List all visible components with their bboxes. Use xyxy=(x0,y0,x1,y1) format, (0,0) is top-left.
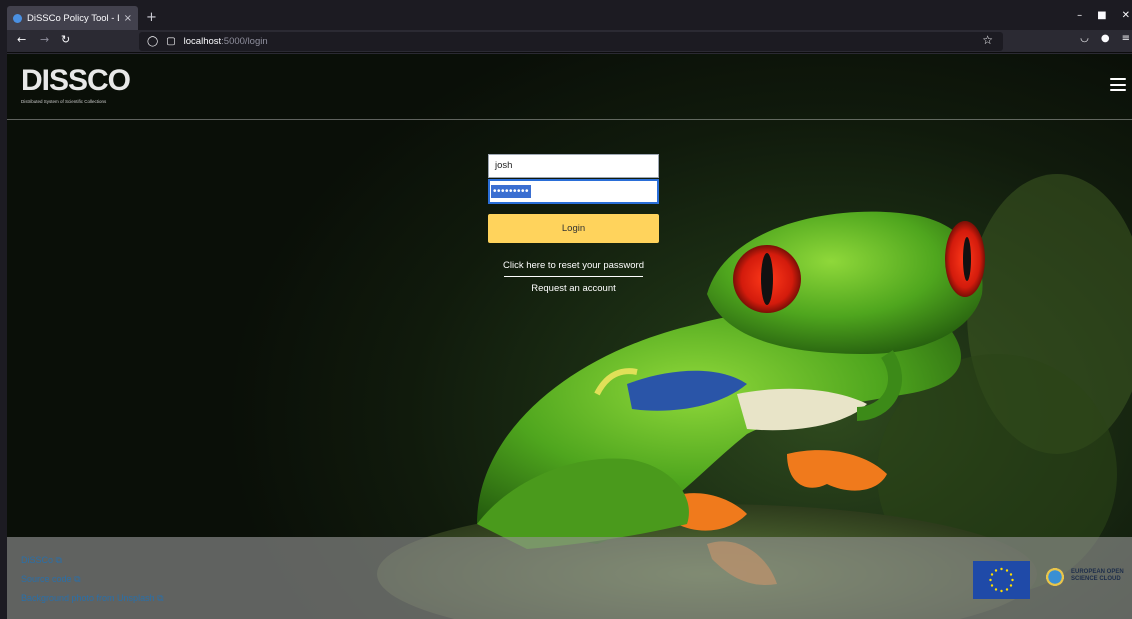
divider xyxy=(504,276,643,277)
password-input[interactable]: ••••••••• xyxy=(488,179,659,204)
login-form: josh ••••••••• Login Click here to reset… xyxy=(488,154,659,294)
new-tab-button[interactable]: + xyxy=(146,10,157,25)
footer-link-source-code[interactable]: Source code ⧉ xyxy=(21,574,164,585)
favicon-icon xyxy=(13,13,22,23)
eosc-text: EUROPEAN OPEN SCIENCE CLOUD xyxy=(1071,569,1124,582)
site-header: DISSCO Distributed System of Scientific … xyxy=(7,54,1132,120)
star-icon[interactable]: ☆ xyxy=(982,33,993,47)
close-tab-icon[interactable]: × xyxy=(124,13,132,24)
footer-links: DiSSCo ⧉ Source code ⧉ Background photo … xyxy=(21,555,164,612)
external-link-icon: ⧉ xyxy=(157,593,164,603)
reload-icon[interactable]: ↻ xyxy=(61,33,70,46)
external-link-icon: ⧉ xyxy=(55,555,62,565)
page-icon: ▢ xyxy=(166,36,176,47)
hamburger-icon[interactable] xyxy=(1110,78,1126,91)
external-link-icon: ⧉ xyxy=(74,574,81,584)
reset-password-link[interactable]: Click here to reset your password xyxy=(488,260,659,271)
logo-subtitle: Distributed System of Scientific Collect… xyxy=(21,99,107,104)
eosc-logo: EUROPEAN OPEN SCIENCE CLOUD xyxy=(1045,566,1124,586)
site-footer: DiSSCo ⧉ Source code ⧉ Background photo … xyxy=(7,537,1132,619)
request-account-link[interactable]: Request an account xyxy=(488,283,659,294)
footer-link-unsplash[interactable]: Background photo from Unsplash ⧉ xyxy=(21,593,164,604)
logo-text: DISSCO xyxy=(21,64,131,97)
tab-bar: DiSSCo Policy Tool - Login × + – ■ ✕ xyxy=(7,6,1132,30)
url-text[interactable]: localhost:5000/login xyxy=(184,36,268,47)
back-arrow-icon[interactable]: ← xyxy=(17,33,26,46)
close-window-icon[interactable]: ✕ xyxy=(1122,10,1130,21)
footer-link-dissco[interactable]: DiSSCo ⧉ xyxy=(21,555,164,566)
password-mask: ••••••••• xyxy=(491,185,532,198)
eosc-cloud-icon xyxy=(1045,566,1065,586)
account-icon[interactable]: ● xyxy=(1101,33,1110,44)
window-controls: – ■ ✕ xyxy=(1077,10,1132,21)
maximize-icon[interactable]: ■ xyxy=(1097,10,1106,21)
browser-tab[interactable]: DiSSCo Policy Tool - Login × xyxy=(7,6,138,30)
tab-title: DiSSCo Policy Tool - Login xyxy=(27,12,119,24)
forward-arrow-icon[interactable]: → xyxy=(40,33,49,46)
dissco-logo[interactable]: DISSCO Distributed System of Scientific … xyxy=(21,64,131,105)
eu-flag-logo xyxy=(973,561,1030,599)
menu-icon[interactable]: ≡ xyxy=(1122,33,1130,44)
url-bar[interactable]: ◯ ▢ localhost:5000/login ☆ xyxy=(139,32,1003,51)
shield-icon[interactable]: ◯ xyxy=(147,36,158,47)
minimize-icon[interactable]: – xyxy=(1077,10,1082,21)
background-frog-photo xyxy=(377,174,1132,619)
login-button[interactable]: Login xyxy=(488,214,659,243)
toolbar-right: ◡ ● ≡ xyxy=(1080,33,1130,44)
browser-window: DiSSCo Policy Tool - Login × + – ■ ✕ ← →… xyxy=(7,6,1132,619)
page: DISSCO Distributed System of Scientific … xyxy=(7,54,1132,619)
username-input[interactable]: josh xyxy=(488,154,659,178)
nav-bar: ← → ↻ ◯ ▢ localhost:5000/login ☆ ◡ ● ≡ xyxy=(7,30,1132,53)
pocket-icon[interactable]: ◡ xyxy=(1080,33,1089,44)
